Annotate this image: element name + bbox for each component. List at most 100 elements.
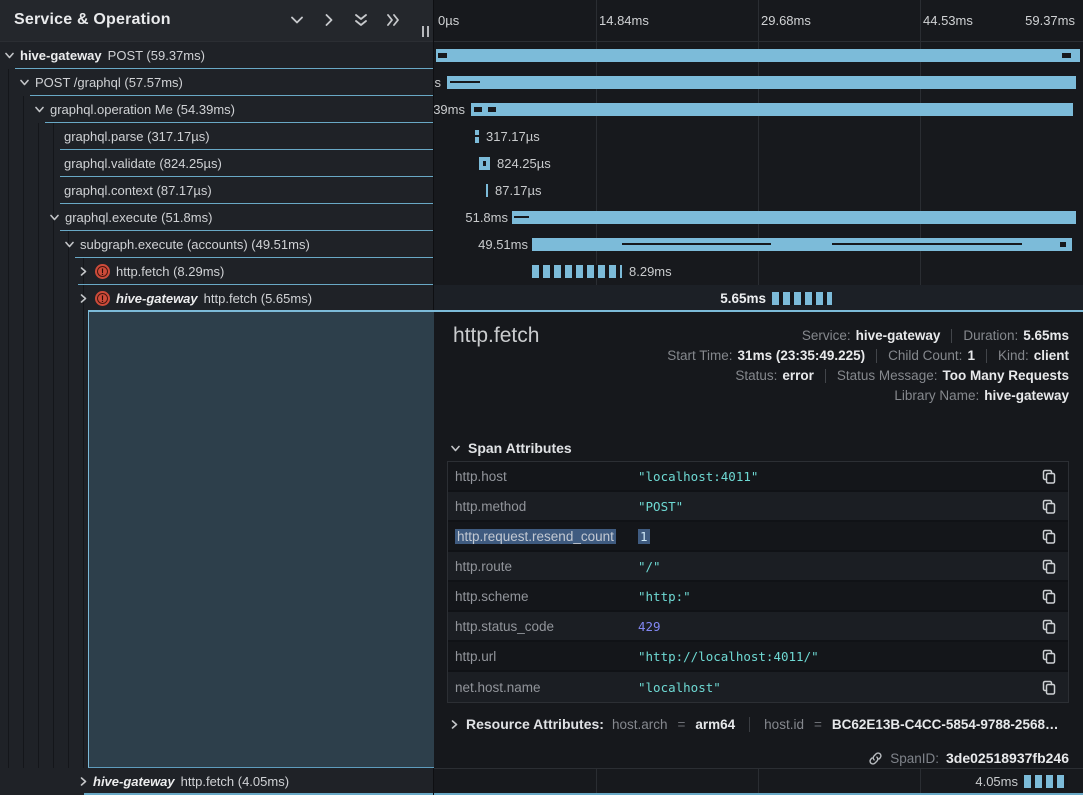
span-service: hive-gateway bbox=[20, 48, 102, 63]
span-row-graphql-execute[interactable]: graphql.execute (51.8ms) bbox=[0, 204, 434, 231]
span-row-hive-gateway-post[interactable]: hive-gateway POST (59.37ms) bbox=[0, 42, 434, 69]
span-bar[interactable] bbox=[486, 184, 488, 197]
panel-divider bbox=[433, 768, 434, 795]
chevron-down-icon[interactable] bbox=[20, 79, 29, 86]
span-row-graphql-parse[interactable]: graphql.parse (317.17µs) bbox=[0, 123, 434, 150]
attribute-row[interactable]: http.status_code 429 bbox=[448, 612, 1068, 642]
span-attributes-toggle[interactable]: Span Attributes bbox=[451, 440, 572, 456]
meta-line: Library Name: hive-gateway bbox=[894, 388, 1069, 403]
attribute-row[interactable]: http.url "http://localhost:4011/" bbox=[448, 642, 1068, 672]
collapse-all-icon[interactable] bbox=[290, 13, 304, 27]
chevron-right-icon[interactable] bbox=[80, 294, 89, 303]
section-title: Resource Attributes: bbox=[466, 716, 604, 732]
attribute-row[interactable]: http.host "localhost:4011" bbox=[448, 462, 1068, 492]
chevron-down-icon[interactable] bbox=[5, 52, 14, 59]
meta-label: Kind: bbox=[998, 348, 1029, 363]
copy-button[interactable] bbox=[1028, 680, 1068, 695]
meta-divider bbox=[876, 349, 877, 363]
attribute-row[interactable]: http.route "/" bbox=[448, 552, 1068, 582]
span-bar[interactable] bbox=[436, 49, 1080, 62]
span-bar[interactable] bbox=[475, 130, 479, 143]
duration-label: 49.51ms bbox=[478, 237, 528, 252]
double-chevron-right-icon[interactable] bbox=[386, 13, 400, 27]
chevron-down-icon[interactable] bbox=[65, 241, 74, 248]
meta-label: Status: bbox=[735, 368, 777, 383]
gridline bbox=[920, 0, 921, 41]
span-bar[interactable] bbox=[471, 103, 1073, 116]
timeline-row: 317.17µs bbox=[434, 123, 1083, 150]
meta-value: hive-gateway bbox=[856, 328, 941, 343]
chevron-right-icon[interactable] bbox=[80, 773, 87, 791]
row-separator bbox=[60, 230, 434, 231]
panel-divider[interactable] bbox=[433, 0, 434, 310]
panel-resize-handle[interactable] bbox=[422, 26, 429, 37]
timeline-row: 49.51ms bbox=[434, 231, 1083, 258]
trace-viewer: Service & Operation hive-gateway POST (5… bbox=[0, 0, 1083, 795]
copy-button[interactable] bbox=[1028, 649, 1068, 664]
span-row-http-fetch-8ms[interactable]: http.fetch (8.29ms) bbox=[0, 258, 434, 285]
copy-button[interactable] bbox=[1028, 589, 1068, 604]
resource-attributes-toggle[interactable]: Resource Attributes: host.arch = arm64 h… bbox=[451, 716, 1069, 732]
link-icon[interactable] bbox=[868, 751, 883, 766]
meta-divider bbox=[825, 369, 826, 383]
meta-line: Service: hive-gateway Duration: 5.65ms bbox=[802, 328, 1069, 343]
indent-guide bbox=[68, 231, 69, 795]
copy-button[interactable] bbox=[1028, 469, 1068, 484]
meta-value: hive-gateway bbox=[984, 388, 1069, 403]
gridline bbox=[920, 769, 921, 795]
timeline-header: 0µs 14.84ms 29.68ms 44.53ms 59.37ms bbox=[434, 0, 1083, 42]
span-detail-panel: http.fetch Service: hive-gateway Duratio… bbox=[434, 312, 1083, 768]
error-icon bbox=[95, 291, 110, 306]
timeline-row: 51.8ms bbox=[434, 204, 1083, 231]
chevron-down-icon[interactable] bbox=[35, 106, 44, 113]
span-meta: Service: hive-gateway Duration: 5.65ms S… bbox=[667, 328, 1069, 403]
span-row-http-fetch-4ms[interactable]: hive-gateway http.fetch (4.05ms) bbox=[0, 768, 434, 795]
span-row-graphql-context[interactable]: graphql.context (87.17µs) bbox=[0, 177, 434, 204]
attribute-key: http.route bbox=[448, 559, 638, 574]
timeline-row: 54.39ms bbox=[434, 96, 1083, 123]
attribute-key: http.status_code bbox=[448, 619, 638, 634]
attribute-row-selected[interactable]: http.request.resend_count 1 bbox=[448, 522, 1068, 552]
span-bar[interactable] bbox=[532, 265, 622, 278]
span-row-post-graphql[interactable]: POST /graphql (57.57ms) bbox=[0, 69, 434, 96]
meta-value: Too Many Requests bbox=[942, 368, 1069, 383]
span-bar[interactable] bbox=[1024, 775, 1068, 788]
attribute-value: 429 bbox=[638, 619, 1028, 634]
duration-label: 317.17µs bbox=[486, 129, 540, 144]
span-row-graphql-operation[interactable]: graphql.operation Me (54.39ms) bbox=[0, 96, 434, 123]
copy-icon bbox=[1042, 499, 1056, 514]
attribute-key: net.host.name bbox=[448, 680, 638, 695]
attribute-row[interactable]: net.host.name "localhost" bbox=[448, 672, 1068, 702]
span-row-subgraph-execute[interactable]: subgraph.execute (accounts) (49.51ms) bbox=[0, 231, 434, 258]
tick-label: 59.37ms bbox=[1025, 13, 1075, 28]
copy-button[interactable] bbox=[1028, 529, 1068, 544]
expand-one-icon[interactable] bbox=[322, 13, 336, 27]
span-bar[interactable] bbox=[772, 292, 832, 305]
span-bar[interactable] bbox=[447, 76, 1076, 89]
attribute-row[interactable]: http.scheme "http:" bbox=[448, 582, 1068, 612]
row-separator bbox=[45, 122, 434, 123]
chevron-down-icon[interactable] bbox=[50, 214, 59, 221]
double-chevron-down-icon[interactable] bbox=[354, 13, 368, 27]
copy-button[interactable] bbox=[1028, 619, 1068, 634]
span-service: hive-gateway bbox=[116, 291, 198, 306]
span-bar[interactable] bbox=[512, 211, 1076, 224]
attribute-row[interactable]: http.method "POST" bbox=[448, 492, 1068, 522]
span-label: http.fetch (4.05ms) bbox=[181, 774, 289, 789]
span-bar[interactable] bbox=[479, 157, 490, 170]
attribute-value: "localhost:4011" bbox=[638, 469, 1028, 484]
timeline-row: 4.05ms bbox=[434, 768, 1083, 795]
attribute-key: http.method bbox=[448, 499, 638, 514]
span-bar[interactable] bbox=[532, 238, 1072, 251]
chevron-right-icon[interactable] bbox=[80, 267, 89, 276]
timeline-row: 8.29ms bbox=[434, 258, 1083, 285]
tick-label: 0µs bbox=[438, 13, 459, 28]
span-row-http-fetch-5ms[interactable]: hive-gateway http.fetch (5.65ms) bbox=[0, 285, 434, 312]
copy-button[interactable] bbox=[1028, 559, 1068, 574]
span-row-graphql-validate[interactable]: graphql.validate (824.25µs) bbox=[0, 150, 434, 177]
copy-icon bbox=[1042, 469, 1056, 484]
span-attributes-table: http.host "localhost:4011" http.method "… bbox=[447, 461, 1069, 703]
gridline bbox=[596, 0, 597, 41]
tree-toolbar bbox=[290, 13, 400, 27]
copy-button[interactable] bbox=[1028, 499, 1068, 514]
